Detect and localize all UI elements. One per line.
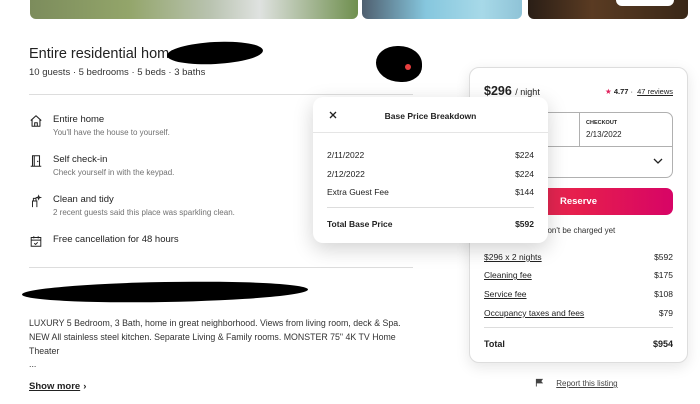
line-item-amount: $108: [654, 289, 673, 299]
photo-gallery: [0, 0, 700, 20]
listing-photo-3[interactable]: [528, 0, 688, 19]
breakdown-row: Extra Guest Fee $144: [327, 187, 534, 197]
price-value: $296: [484, 84, 512, 98]
feature-title: Self check-in: [53, 154, 108, 165]
line-item-amount: $79: [658, 308, 673, 318]
base-price-breakdown-modal: Base Price Breakdown 2/11/2022 $224 2/12/…: [313, 97, 548, 243]
superhost-badge: [405, 64, 411, 70]
door-icon: [30, 155, 42, 167]
house-icon: [30, 115, 42, 127]
listing-description: LUXURY 5 Bedroom, 3 Bath, home in great …: [29, 318, 401, 356]
checkout-date[interactable]: 2/13/2022: [586, 130, 622, 139]
description-ellipsis: ...: [29, 359, 37, 369]
host-avatar-redacted: [376, 46, 422, 82]
nightly-price: $296 / night: [484, 84, 540, 98]
line-item: Cleaning fee $175: [484, 270, 673, 280]
listing-photo-1[interactable]: [30, 0, 358, 19]
per-night-label: / night: [515, 87, 540, 97]
line-item-label[interactable]: Service fee: [484, 289, 527, 299]
rating-value: 4.77: [613, 87, 629, 96]
line-item: Occupancy taxes and fees $79: [484, 308, 673, 318]
redaction-scribble: [21, 279, 309, 305]
divider: [327, 207, 534, 208]
breakdown-total-amount: $592: [515, 219, 534, 229]
total-label: Total: [484, 339, 505, 349]
breakdown-total: Total Base Price $592: [327, 219, 534, 229]
flag-icon: [535, 378, 544, 387]
breakdown-label: 2/11/2022: [327, 150, 365, 160]
sparkle-icon: [32, 194, 43, 208]
feature-title: Free cancellation for 48 hours: [53, 234, 179, 245]
breakdown-label: Extra Guest Fee: [327, 187, 389, 197]
listing-photo-2[interactable]: [362, 0, 522, 19]
breakdown-amount: $224: [515, 169, 534, 179]
chevron-right-icon: ›: [83, 381, 87, 392]
line-item: Service fee $108: [484, 289, 673, 299]
rating: ★ 4.77 · 47 reviews: [605, 87, 673, 96]
breakdown-amount: $144: [515, 187, 534, 197]
line-item-amount: $592: [654, 252, 673, 262]
divider: [29, 267, 413, 268]
line-item-label[interactable]: $296 x 2 nights: [484, 252, 542, 262]
reviews-link[interactable]: 47 reviews: [637, 87, 673, 96]
checkout-label[interactable]: CHECKOUT: [586, 120, 617, 126]
star-icon: ★: [605, 87, 612, 96]
show-more-link[interactable]: Show more ›: [29, 381, 86, 392]
breakdown-amount: $224: [515, 150, 534, 160]
feature-desc: You'll have the house to yourself.: [53, 128, 170, 137]
report-listing[interactable]: Report this listing: [535, 378, 618, 388]
line-item-amount: $175: [654, 270, 673, 280]
divider: [579, 113, 580, 146]
breakdown-total-label: Total Base Price: [327, 219, 393, 229]
redaction-scribble: [166, 39, 264, 67]
feature-desc: Check yourself in with the keypad.: [53, 168, 175, 177]
show-photos-button[interactable]: [616, 0, 674, 6]
total-amount: $954: [652, 339, 673, 349]
modal-title: Base Price Breakdown: [384, 111, 477, 121]
calendar-icon: [30, 236, 42, 247]
line-item: $296 x 2 nights $592: [484, 252, 673, 262]
chevron-down-icon[interactable]: [653, 156, 663, 166]
line-item-label[interactable]: Cleaning fee: [484, 270, 532, 280]
report-listing-link[interactable]: Report this listing: [556, 379, 617, 388]
feature-desc: 2 recent guests said this place was spar…: [53, 208, 235, 217]
breakdown-label: 2/12/2022: [327, 169, 365, 179]
total-row: Total $954: [484, 339, 673, 349]
divider: [29, 94, 413, 95]
breakdown-row: 2/11/2022 $224: [327, 150, 534, 160]
feature-title: Entire home: [53, 114, 105, 125]
listing-title: Entire residential home: [29, 46, 178, 62]
line-item-label[interactable]: Occupancy taxes and fees: [484, 308, 584, 318]
listing-subtitle: 10 guests · 5 bedrooms · 5 beds · 3 bath…: [29, 67, 206, 78]
show-more-label: Show more: [29, 381, 81, 392]
divider: [484, 327, 673, 328]
feature-title: Clean and tidy: [53, 194, 114, 205]
breakdown-row: 2/12/2022 $224: [327, 169, 534, 179]
divider: [313, 132, 548, 133]
